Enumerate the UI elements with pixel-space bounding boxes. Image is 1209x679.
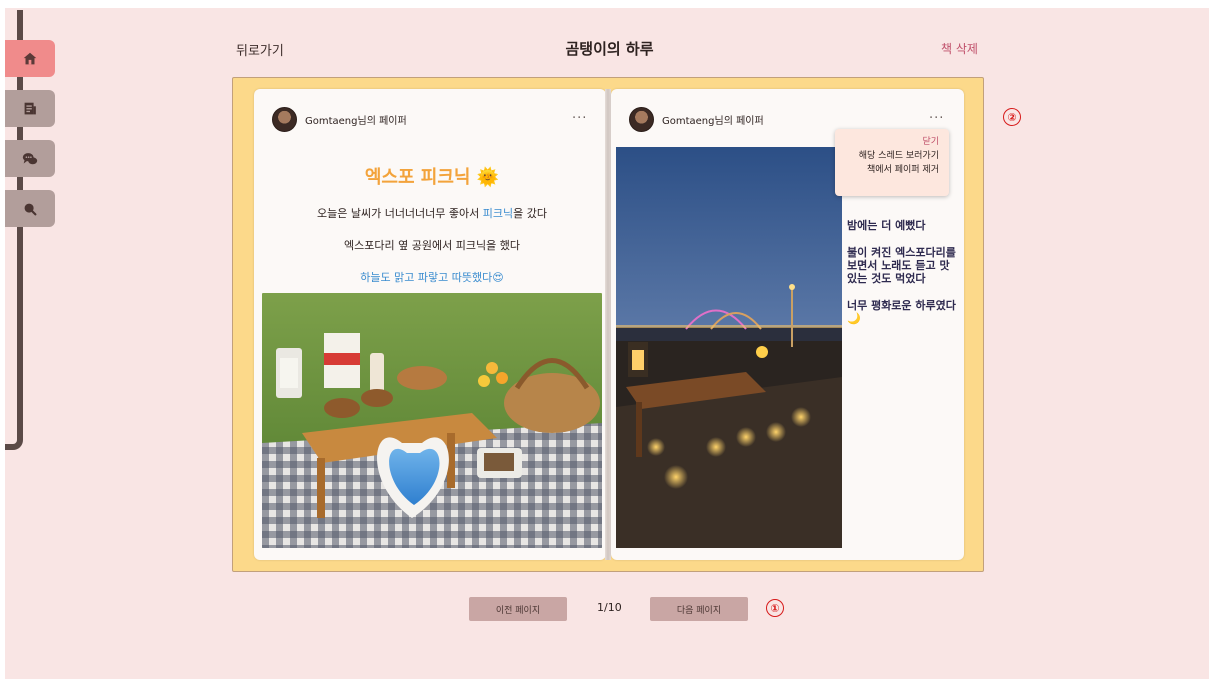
- author-name[interactable]: Gomtaeng님의 페이퍼: [662, 112, 764, 127]
- chat-icon: [22, 152, 38, 164]
- annotation-marker-1: ①: [766, 599, 784, 617]
- nav-chat-button[interactable]: [5, 140, 55, 177]
- author-name[interactable]: Gomtaeng님의 페이퍼: [305, 112, 407, 127]
- nav-search-button[interactable]: [5, 190, 55, 227]
- left-page-text: 엑스포 피크닉 🌞 오늘은 날씨가 너너너너너무 좋아서 피크닉을 갔다 엑스포…: [262, 147, 602, 289]
- heart-eyes-emoji-icon: 😍: [492, 271, 504, 284]
- nav-papers-button[interactable]: [5, 90, 55, 127]
- prev-page-button[interactable]: 이전 페이지: [469, 597, 567, 621]
- search-icon: [24, 203, 37, 215]
- left-page-header: Gomtaeng님의 페이퍼: [272, 107, 407, 132]
- avatar[interactable]: [629, 107, 654, 132]
- post-line-3: 너무 평화로운 하루였다🌙: [847, 299, 956, 325]
- post-line-3: 하늘도 맑고 파랗고 따뜻했다😍: [360, 271, 504, 284]
- post-line-2: 불이 켜진 엑스포다리를 보면서 노래도 듣고 맛있는 것도 먹었다: [847, 246, 956, 285]
- annotation-marker-2: ②: [1003, 108, 1021, 126]
- document-icon: [24, 102, 36, 114]
- next-page-button[interactable]: 다음 페이지: [650, 597, 748, 621]
- more-options-button[interactable]: ···: [572, 111, 587, 126]
- menu-close-item[interactable]: 닫기: [835, 135, 939, 149]
- page-title: 곰탱이의 하루: [565, 40, 654, 58]
- menu-goto-thread-item[interactable]: 해당 스레드 보러가기: [835, 149, 939, 163]
- page-counter: 1/10: [597, 601, 622, 614]
- picnic-photo: [262, 293, 602, 548]
- right-page-header: Gomtaeng님의 페이퍼: [629, 107, 764, 132]
- sun-emoji-icon: 🌞: [476, 167, 500, 188]
- post-heading: 엑스포 피크닉 🌞: [364, 167, 500, 188]
- delete-book-button[interactable]: 책 삭제: [941, 40, 978, 57]
- more-options-button[interactable]: ···: [929, 111, 944, 126]
- moon-emoji-icon: 🌙: [847, 312, 861, 325]
- paper-options-menu: 닫기 해당 스레드 보러가기 책에서 페이퍼 제거: [835, 129, 949, 196]
- post-line-1: 오늘은 날씨가 너너너너너무 좋아서 피크닉을 갔다: [316, 207, 548, 220]
- avatar[interactable]: [272, 107, 297, 132]
- menu-remove-paper-item[interactable]: 책에서 페이퍼 제거: [835, 163, 939, 177]
- post-line-2: 엑스포다리 옆 공원에서 피크닉을 했다: [344, 239, 520, 252]
- left-page: Gomtaeng님의 페이퍼 ··· 엑스포 피크닉 🌞 오늘은 날씨가 너너너…: [254, 89, 606, 560]
- right-page-text: 밤에는 더 예뻤다 불이 켜진 엑스포다리를 보면서 노래도 듣고 맛있는 것도…: [847, 219, 959, 339]
- post-line-1: 밤에는 더 예뻤다: [847, 219, 926, 232]
- night-bridge-photo: [616, 147, 842, 548]
